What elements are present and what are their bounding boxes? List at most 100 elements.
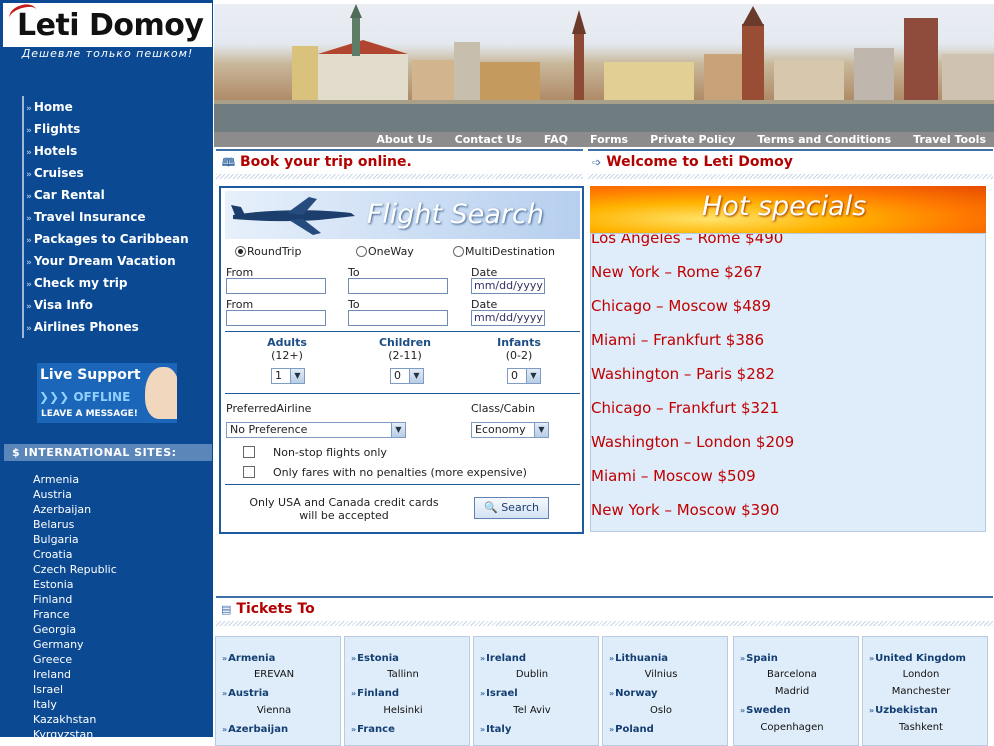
top-link-forms[interactable]: Forms — [590, 133, 628, 146]
cards-note-line2: will be accepted — [299, 509, 389, 522]
ticket-country-link[interactable]: »Finland — [351, 688, 399, 699]
top-link-faq[interactable]: FAQ — [544, 133, 568, 146]
preferred-airline-select[interactable]: No Preference ▼ — [226, 422, 406, 438]
deal-link[interactable]: Chicago – Moscow $489 — [591, 297, 771, 315]
intl-site-link[interactable]: Finland — [33, 592, 117, 607]
date-input-2[interactable]: mm/dd/yyyy — [471, 310, 545, 326]
ticket-country-link[interactable]: »Norway — [609, 688, 658, 699]
trip-type-oneway[interactable]: OneWay — [356, 245, 414, 258]
intl-site-link[interactable]: Germany — [33, 637, 117, 652]
top-link-travel-tools[interactable]: Travel Tools — [913, 133, 986, 146]
ticket-country-link[interactable]: »Ireland — [480, 653, 526, 664]
ticket-country-link[interactable]: »Israel — [480, 688, 518, 699]
intl-site-link[interactable]: France — [33, 607, 117, 622]
date-input-1[interactable]: mm/dd/yyyy — [471, 278, 545, 294]
ticket-country-link[interactable]: »Austria — [222, 688, 269, 699]
no-penalty-checkbox[interactable] — [243, 466, 255, 478]
ticket-city-link[interactable]: Tallinn — [345, 669, 461, 680]
intl-site-link[interactable]: Kazakhstan — [33, 712, 117, 727]
ticket-city-link[interactable]: Vilnius — [603, 669, 719, 680]
nav-item-flights[interactable]: » Flights — [26, 118, 189, 140]
deal-link[interactable]: New York – Moscow $390 — [591, 501, 779, 519]
intl-site-link[interactable]: Belarus — [33, 517, 117, 532]
deal-link[interactable]: Miami – Moscow $509 — [591, 467, 756, 485]
deal-link[interactable]: Los Angeles – Rome $490 — [591, 234, 783, 247]
intl-site-link[interactable]: Kyrgyzstan — [33, 727, 117, 742]
nav-item-home[interactable]: » Home — [26, 96, 189, 118]
ticket-city-link[interactable]: London — [863, 669, 979, 680]
class-cabin-select[interactable]: Economy ▼ — [471, 422, 549, 438]
ticket-country-link[interactable]: »Azerbaijan — [222, 724, 288, 735]
nonstop-label: Non-stop flights only — [273, 446, 387, 459]
live-support-widget[interactable]: Live Support ❯❯❯ OFFLINE LEAVE A MESSAGE… — [37, 363, 177, 423]
to-input-2[interactable] — [348, 310, 448, 326]
intl-site-link[interactable]: Armenia — [33, 472, 117, 487]
nav-item-airlines-phones[interactable]: » Airlines Phones — [26, 316, 189, 338]
nav-item-visa-info[interactable]: » Visa Info — [26, 294, 189, 316]
ticket-city-link[interactable]: Manchester — [863, 686, 979, 697]
deal-link[interactable]: New York – Rome $267 — [591, 263, 762, 281]
intl-site-link[interactable]: Greece — [33, 652, 117, 667]
intl-site-link[interactable]: Croatia — [33, 547, 117, 562]
ticket-city-link[interactable]: Tel Aviv — [474, 705, 590, 716]
ticket-country-link[interactable]: »Estonia — [351, 653, 399, 664]
ticket-country-link[interactable]: »United Kingdom — [869, 653, 966, 664]
top-link-contact-us[interactable]: Contact Us — [455, 133, 522, 146]
nonstop-checkbox[interactable] — [243, 446, 255, 458]
ticket-country-link[interactable]: »Armenia — [222, 653, 275, 664]
intl-site-link[interactable]: Czech Republic — [33, 562, 117, 577]
ticket-city-link[interactable]: Barcelona — [734, 669, 850, 680]
intl-site-link[interactable]: Ireland — [33, 667, 117, 682]
ticket-country-link[interactable]: »Poland — [609, 724, 654, 735]
nav-item-cruises[interactable]: » Cruises — [26, 162, 189, 184]
intl-site-link[interactable]: Israel — [33, 682, 117, 697]
intl-site-link[interactable]: Austria — [33, 487, 117, 502]
intl-site-link[interactable]: Italy — [33, 697, 117, 712]
ticket-city-link[interactable]: Vienna — [216, 705, 332, 716]
top-link-terms[interactable]: Terms and Conditions — [757, 133, 891, 146]
adults-select[interactable]: 1 ▼ — [271, 368, 305, 384]
nav-item-check-trip[interactable]: » Check my trip — [26, 272, 189, 294]
nav-item-dream-vacation[interactable]: » Your Dream Vacation — [26, 250, 189, 272]
ticket-country-link[interactable]: »Sweden — [740, 705, 790, 716]
nav-item-travel-insurance[interactable]: » Travel Insurance — [26, 206, 189, 228]
arrow-icon: » — [480, 725, 486, 734]
ticket-city-link[interactable]: Copenhagen — [734, 722, 850, 733]
intl-site-link[interactable]: Estonia — [33, 577, 117, 592]
intl-site-link[interactable]: Bulgaria — [33, 532, 117, 547]
ticket-city-link[interactable]: Helsinki — [345, 705, 461, 716]
site-logo[interactable]: Leti Domoy Дешевле только пешком! — [3, 1, 212, 61]
book-trip-heading: 🕮 Book your trip online. — [216, 149, 583, 174]
top-link-private-policy[interactable]: Private Policy — [650, 133, 735, 146]
infants-select[interactable]: 0 ▼ — [507, 368, 541, 384]
ticket-country-link[interactable]: »Italy — [480, 724, 511, 735]
nav-item-hotels[interactable]: » Hotels — [26, 140, 189, 162]
ticket-city-link[interactable]: Oslo — [603, 705, 719, 716]
top-link-about-us[interactable]: About Us — [376, 133, 432, 146]
chevron-down-icon: ▼ — [391, 423, 405, 437]
nav-item-packages[interactable]: » Packages to Caribbean — [26, 228, 189, 250]
deal-link[interactable]: Washington – Paris $282 — [591, 365, 775, 383]
ticket-country-link[interactable]: »Uzbekistan — [869, 705, 938, 716]
ticket-country-link[interactable]: »France — [351, 724, 395, 735]
ticket-country-link[interactable]: »Spain — [740, 653, 778, 664]
to-input-1[interactable] — [348, 278, 448, 294]
nav-item-car-rental[interactable]: » Car Rental — [26, 184, 189, 206]
trip-type-roundtrip[interactable]: RoundTrip — [235, 245, 301, 258]
from-input-2[interactable] — [226, 310, 326, 326]
deal-link[interactable]: Chicago – Frankfurt $321 — [591, 399, 779, 417]
ticket-city-link[interactable]: Dublin — [474, 669, 590, 680]
children-select[interactable]: 0 ▼ — [390, 368, 424, 384]
deal-link[interactable]: Miami – Frankfurt $386 — [591, 331, 764, 349]
deal-link[interactable]: Washington – London $209 — [591, 433, 794, 451]
ticket-city-link[interactable]: Tashkent — [863, 722, 979, 733]
search-button[interactable]: 🔍 Search — [474, 497, 549, 519]
ticket-city-link[interactable]: Madrid — [734, 686, 850, 697]
intl-site-link[interactable]: Georgia — [33, 622, 117, 637]
flight-search-form: Flight Search RoundTrip OneWay MultiDest… — [219, 186, 584, 534]
intl-site-link[interactable]: Azerbaijan — [33, 502, 117, 517]
from-input-1[interactable] — [226, 278, 326, 294]
ticket-city-link[interactable]: EREVAN — [216, 669, 332, 680]
trip-type-multidestination[interactable]: MultiDestination — [453, 245, 555, 258]
ticket-country-link[interactable]: »Lithuania — [609, 653, 668, 664]
